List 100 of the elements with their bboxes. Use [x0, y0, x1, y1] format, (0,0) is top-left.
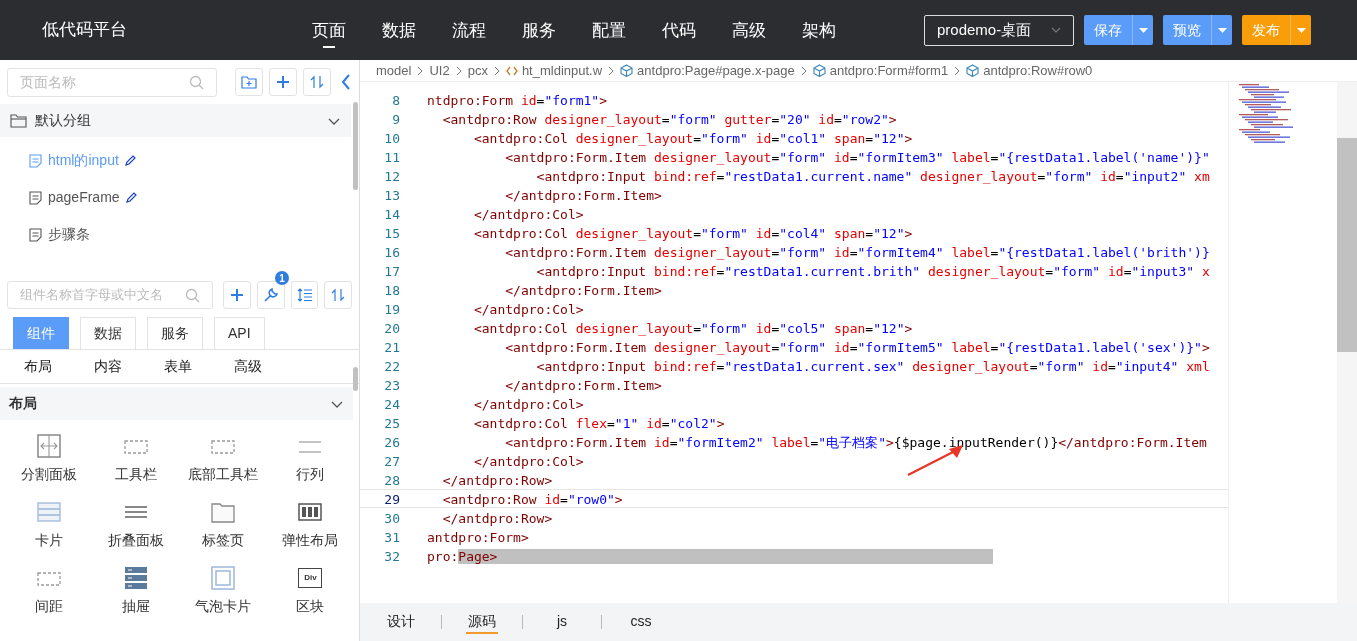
breadcrumb-item[interactable]: antdpro:Form#form1: [812, 60, 949, 81]
add-button[interactable]: [269, 68, 297, 96]
code-line: <antdpro:Form.Item designer_layout="form" id="formItem4" label="{restData1.label('brith')}: [504, 244, 1210, 260]
columns-icon: [298, 500, 323, 524]
line-number: 25: [383, 415, 401, 431]
line-number: 29: [383, 491, 401, 507]
dropdown-button[interactable]: [1211, 15, 1232, 45]
line-number: 21: [383, 339, 401, 355]
nav-tab[interactable]: 服务: [522, 10, 556, 48]
code-icon: [505, 65, 518, 76]
card-icon: [36, 500, 61, 524]
component-tile[interactable]: 工具栏: [92, 434, 180, 484]
code-line: <antdpro:Row id="row0">: [441, 491, 623, 507]
add-icon: [275, 74, 291, 90]
dropdown-button[interactable]: [1132, 15, 1153, 45]
component-tile[interactable]: 卡片: [5, 500, 93, 550]
code-line: <antdpro:Col designer_layout="form" id="col4" span="12">: [472, 225, 913, 241]
breadcrumb-item[interactable]: model: [376, 60, 412, 81]
cube-icon: [966, 64, 980, 77]
code-line: </antdpro:Col>: [472, 453, 584, 469]
line-number: 9: [391, 111, 401, 127]
category-tab[interactable]: 布局: [24, 356, 52, 377]
group-label: 默认分组: [35, 111, 92, 130]
page-item[interactable]: 步骤条: [0, 216, 351, 253]
editor-tab[interactable]: 设计: [385, 610, 417, 634]
nav-tab[interactable]: 高级: [732, 10, 766, 48]
line-number: 15: [383, 225, 401, 241]
chevron-right-icon: [608, 65, 615, 76]
breadcrumb-item[interactable]: ht_mldinput.w: [505, 60, 603, 81]
code-line: </antdpro:Col>: [472, 206, 584, 222]
line-number: 17: [383, 263, 401, 279]
panel-tab[interactable]: 服务: [147, 317, 203, 349]
category-tab[interactable]: 内容: [94, 356, 122, 377]
component-tile[interactable]: 弹性布局: [266, 500, 354, 550]
folder-icon: [10, 113, 27, 128]
editor-tab[interactable]: js: [547, 610, 577, 634]
editor-tab[interactable]: 源码: [466, 610, 498, 634]
nav-tab[interactable]: 架构: [802, 10, 836, 48]
page-item[interactable]: pageFrame: [0, 179, 351, 216]
line-number: 24: [383, 396, 401, 412]
code-line: <antdpro:Col designer_layout="form" id="col5" span="12">: [472, 320, 913, 336]
breadcrumb-item[interactable]: UI2: [429, 60, 450, 81]
component-tile[interactable]: 行列: [266, 434, 354, 484]
line-number: 20: [383, 320, 401, 336]
line-number: 12: [383, 168, 401, 184]
category-tab[interactable]: 表单: [164, 356, 192, 377]
component-tile[interactable]: 分割面板: [5, 434, 93, 484]
code-line: </antdpro:Row>: [441, 510, 553, 526]
code-line: ntdpro:Form id="form1">: [426, 92, 608, 108]
list-button[interactable]: [291, 281, 319, 309]
code-line: <antdpro:Form.Item id="formItem2" label="电子档案">{$page.inputRender()}</antdpro:Form.Item: [504, 434, 1207, 450]
split-panel-icon: [36, 434, 61, 458]
code-line: <antdpro:Input bind:ref="restData1.current.name" designer_layout="form" id="input2" xm: [535, 168, 1210, 184]
sort-button[interactable]: [303, 68, 331, 96]
group-header[interactable]: 默认分组: [0, 104, 351, 137]
nav-tab[interactable]: 配置: [592, 10, 626, 48]
line-number: 11: [383, 149, 401, 165]
breadcrumb-item[interactable]: antdpro:Page#page.x-page: [620, 60, 795, 81]
line-number: 14: [383, 206, 401, 222]
component-tile[interactable]: 折叠面板: [92, 500, 180, 550]
project-select[interactable]: prodemo-桌面: [924, 14, 1074, 46]
component-tile[interactable]: 气泡卡片: [179, 566, 267, 616]
code-line: <antdpro:Input bind:ref="restData1.current.brith" designer_layout="form" id="input3" x: [535, 263, 1210, 279]
drawer-icon: [123, 566, 148, 590]
dropdown-button[interactable]: [1290, 15, 1311, 45]
line-number: 18: [383, 282, 401, 298]
breadcrumb-item[interactable]: pcx: [467, 60, 488, 81]
nav-tab[interactable]: 代码: [662, 10, 696, 48]
nav-tab[interactable]: 数据: [382, 10, 416, 48]
frame-icon: [211, 566, 236, 590]
line-number: 27: [383, 453, 401, 469]
add-folder-button[interactable]: [235, 68, 263, 96]
nav-tab[interactable]: 流程: [452, 10, 486, 48]
sort-icon: [309, 74, 325, 90]
panel-tab[interactable]: API: [214, 317, 265, 349]
component-tile[interactable]: 间距: [5, 566, 93, 616]
component-tile[interactable]: 标签页: [179, 500, 267, 550]
page-icon: [29, 153, 42, 168]
wrench-icon: [263, 287, 279, 303]
section-header[interactable]: 布局: [0, 387, 353, 420]
add-button[interactable]: [223, 281, 251, 309]
line-number: 22: [383, 358, 401, 374]
component-tile[interactable]: Div 区块: [266, 566, 354, 616]
scrollbar-thumb: [353, 367, 358, 391]
page-icon: [29, 227, 42, 242]
line-number: 13: [383, 187, 401, 203]
component-tile[interactable]: 底部工具栏: [179, 434, 267, 484]
search-icon: [185, 287, 201, 303]
editor-tab[interactable]: css: [626, 610, 656, 634]
chevron-right-icon: [954, 65, 961, 76]
component-tile[interactable]: 抽屉: [92, 566, 180, 616]
chevron-right-icon: [417, 65, 424, 76]
sort-button[interactable]: [324, 281, 352, 309]
line-number: 8: [391, 92, 401, 108]
category-tab[interactable]: 高级: [234, 356, 262, 377]
panel-tab[interactable]: 数据: [80, 317, 136, 349]
breadcrumb-item[interactable]: antdpro:Row#row0: [966, 60, 1093, 81]
caret-down-icon: [1051, 27, 1061, 33]
app-title: 低代码平台: [42, 19, 128, 42]
code-line: <antdpro:Input bind:ref="restData1.current.sex" designer_layout="form" id="input4" xml: [535, 358, 1210, 374]
